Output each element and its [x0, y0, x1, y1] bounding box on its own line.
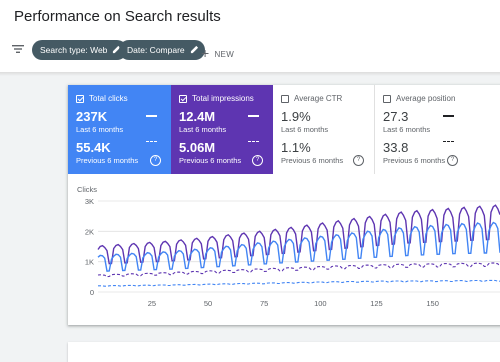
metric-previous-value: 33.8 — [383, 140, 409, 155]
solid-line-legend-icon — [248, 115, 259, 117]
header-shadow — [0, 72, 500, 76]
help-icon[interactable]: ? — [150, 155, 161, 166]
clicks-chart[interactable]: 3K 2K 1K 0 25 50 75 100 125 150 — [68, 195, 500, 321]
x-tick-label: 25 — [148, 299, 156, 308]
series-line-4 — [98, 279, 500, 287]
metric-average-position[interactable]: Average position 27.3 Last 6 months 33.8… — [375, 85, 500, 174]
help-icon[interactable]: ? — [447, 155, 458, 166]
checkbox-icon[interactable] — [281, 94, 289, 103]
x-tick-label: 75 — [260, 299, 268, 308]
edit-icon — [190, 45, 198, 54]
search-type-chip[interactable]: Search type: Web — [32, 40, 128, 60]
metric-current-period: Last 6 months — [76, 125, 124, 134]
plus-icon: + — [201, 45, 210, 61]
metric-current-period: Last 6 months — [281, 125, 329, 134]
solid-line-legend-icon — [443, 115, 454, 117]
queries-table-card — [68, 342, 500, 362]
x-tick-label: 100 — [314, 299, 327, 308]
page-header: Performance on Search results Search typ… — [0, 0, 500, 72]
y-tick-label: 1K — [85, 258, 94, 267]
chart-y-axis-label: Clicks — [77, 185, 97, 194]
metric-total-clicks[interactable]: Total clicks 237K Last 6 months 55.4K Pr… — [68, 85, 171, 174]
metric-total-impressions[interactable]: Total impressions 12.4M Last 6 months 5.… — [171, 85, 273, 174]
metric-previous-value: 55.4K — [76, 140, 111, 155]
metric-label: Average position — [396, 94, 456, 103]
checkbox-icon[interactable] — [383, 94, 391, 103]
filter-icon[interactable] — [11, 42, 25, 56]
help-icon[interactable]: ? — [353, 155, 364, 166]
date-chip-label: Date: Compare — [127, 45, 185, 55]
series-line-3 — [97, 262, 500, 278]
dashed-line-legend-icon — [248, 141, 259, 142]
metric-current-period: Last 6 months — [383, 125, 431, 134]
metric-average-ctr[interactable]: Average CTR 1.9% Last 6 months 1.1% Prev… — [273, 85, 375, 174]
y-tick-label: 3K — [85, 197, 94, 206]
dashed-line-legend-icon — [146, 141, 157, 142]
performance-card: Total clicks 237K Last 6 months 55.4K Pr… — [68, 85, 500, 325]
metric-current-value: 27.3 — [383, 109, 409, 124]
solid-line-legend-icon — [146, 115, 157, 117]
y-tick-label: 2K — [85, 227, 94, 236]
date-chip[interactable]: Date: Compare — [119, 40, 205, 60]
y-tick-label: 0 — [90, 288, 94, 297]
dashed-line-legend-icon — [443, 141, 454, 142]
metric-previous-period: Previous 6 months — [383, 156, 446, 165]
checkbox-icon[interactable] — [179, 94, 187, 103]
search-type-chip-label: Search type: Web — [40, 45, 108, 55]
help-icon[interactable]: ? — [252, 155, 263, 166]
new-filter-button[interactable]: + NEW — [201, 44, 235, 61]
metric-label: Total clicks — [89, 94, 128, 103]
metric-label: Total impressions — [192, 94, 254, 103]
x-tick-label: 50 — [204, 299, 212, 308]
checkbox-icon[interactable] — [76, 94, 84, 103]
metric-current-period: Last 6 months — [179, 125, 227, 134]
metric-previous-value: 1.1% — [281, 140, 311, 155]
page-title: Performance on Search results — [14, 8, 221, 25]
metric-current-value: 1.9% — [281, 109, 311, 124]
metric-previous-value: 5.06M — [179, 140, 216, 155]
metric-current-value: 12.4M — [179, 109, 216, 124]
series-line-2 — [97, 221, 500, 272]
x-tick-label: 150 — [426, 299, 439, 308]
new-filter-label: NEW — [214, 50, 235, 59]
metric-current-value: 237K — [76, 109, 108, 124]
x-tick-label: 125 — [370, 299, 383, 308]
metric-label: Average CTR — [294, 94, 343, 103]
